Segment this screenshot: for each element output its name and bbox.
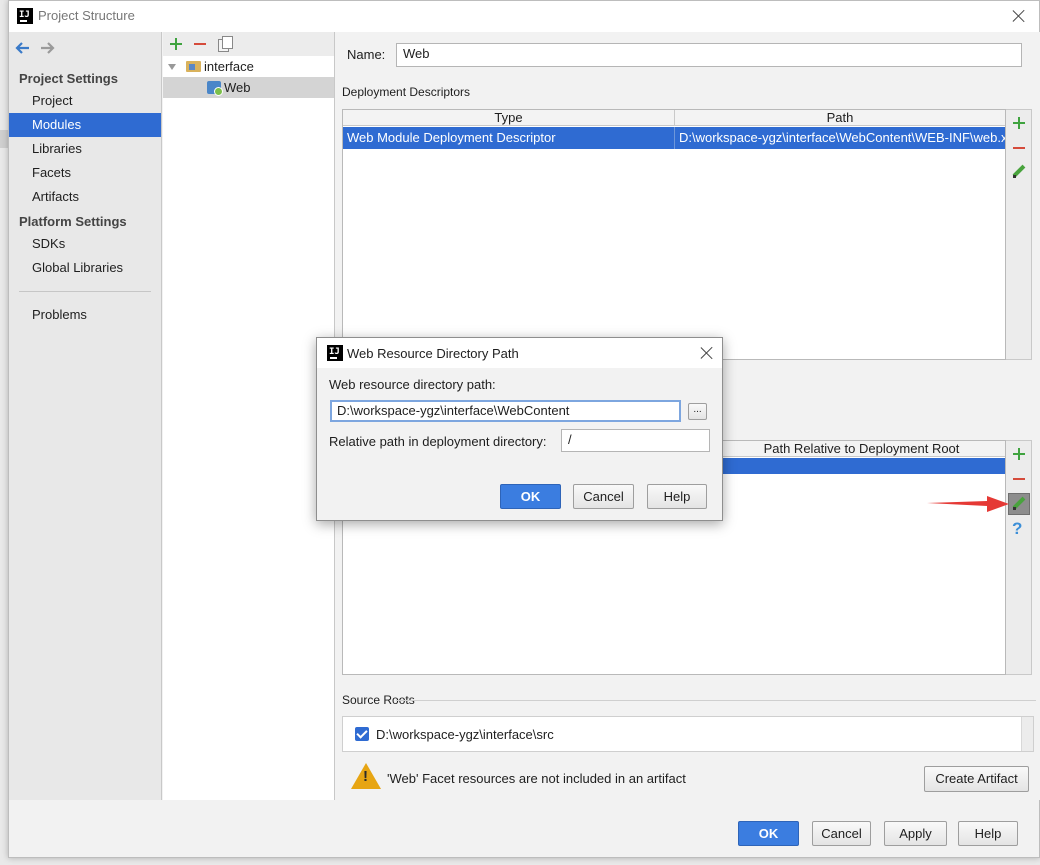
ok-button[interactable]: OK: [738, 821, 799, 846]
window-title: Project Structure: [38, 8, 135, 23]
add-directory-icon[interactable]: [1013, 448, 1025, 460]
source-roots-divider: [396, 700, 1036, 701]
warning-icon: [351, 763, 381, 789]
scrollbar[interactable]: [1021, 717, 1033, 751]
nav-item-facets[interactable]: Facets: [9, 161, 161, 185]
arrow-right-icon[interactable]: [39, 41, 55, 55]
tree-node-web[interactable]: Web: [224, 77, 251, 98]
apply-button[interactable]: Apply: [884, 821, 947, 846]
tree-toolbar: [163, 32, 334, 56]
dialog-title-bar: IJ Web Resource Directory Path: [317, 338, 722, 368]
nav-item-libraries[interactable]: Libraries: [9, 137, 161, 161]
dialog-close-icon[interactable]: [700, 346, 714, 360]
edit-directory-button[interactable]: [1008, 493, 1030, 515]
dd-type-cell: Web Module Deployment Descriptor: [343, 127, 675, 149]
dir-path-field[interactable]: D:\workspace-ygz\interface\WebContent: [330, 400, 681, 422]
background-strip: [0, 130, 8, 148]
source-root-path: D:\workspace-ygz\interface\src: [376, 727, 554, 742]
cancel-button[interactable]: Cancel: [812, 821, 871, 846]
warning-message: 'Web' Facet resources are not included i…: [387, 771, 686, 786]
copy-icon[interactable]: [218, 36, 233, 52]
platform-settings-heading: Platform Settings: [19, 214, 127, 229]
close-icon[interactable]: [1012, 9, 1026, 23]
dialog-help-button[interactable]: Help: [647, 484, 707, 509]
edit-icon: [1012, 497, 1026, 511]
dialog-cancel-button[interactable]: Cancel: [573, 484, 634, 509]
nav-item-sdks[interactable]: SDKs: [9, 232, 161, 256]
edit-descriptor-icon[interactable]: [1012, 165, 1026, 179]
remove-icon[interactable]: [194, 38, 206, 50]
dd-path-cell: D:\workspace-ygz\interface\WebContent\WE…: [679, 130, 1005, 145]
dialog-ok-button[interactable]: OK: [500, 484, 561, 509]
column-header-type[interactable]: Type: [343, 110, 675, 126]
remove-descriptor-icon[interactable]: [1013, 142, 1025, 154]
module-tree-panel: interface Web: [163, 32, 335, 800]
source-root-checkbox[interactable]: [355, 727, 369, 741]
annotation-arrow-icon: [927, 496, 1009, 512]
nav-item-project[interactable]: Project: [9, 89, 161, 113]
dialog-title: Web Resource Directory Path: [347, 346, 519, 361]
descriptors-toolbar: [1006, 109, 1032, 360]
web-resource-directory-dialog: IJ Web Resource Directory Path Web resou…: [316, 337, 723, 521]
settings-sidebar: Project Settings Project Modules Librari…: [9, 32, 162, 800]
nav-item-artifacts[interactable]: Artifacts: [9, 185, 161, 209]
nav-divider: [19, 291, 151, 292]
intellij-logo-icon: IJ: [327, 345, 343, 361]
name-label: Name:: [347, 47, 386, 62]
nav-item-modules[interactable]: Modules: [9, 113, 161, 137]
module-folder-icon: [186, 61, 201, 72]
dir-path-label: Web resource directory path:: [329, 377, 496, 392]
facet-name-field[interactable]: Web: [396, 43, 1022, 67]
resource-directories-toolbar: ?: [1006, 440, 1032, 675]
column-header-path[interactable]: Path: [675, 110, 1005, 126]
help-question-icon[interactable]: ?: [1012, 519, 1022, 539]
relative-path-field[interactable]: /: [561, 429, 710, 452]
nav-item-global-libraries[interactable]: Global Libraries: [9, 256, 161, 280]
deployment-descriptors-table: Type Path Web Module Deployment Descript…: [342, 109, 1006, 360]
column-header-relative-path[interactable]: Path Relative to Deployment Root: [718, 441, 1005, 457]
add-descriptor-icon[interactable]: [1013, 117, 1025, 129]
help-button[interactable]: Help: [958, 821, 1018, 846]
intellij-logo-icon: IJ: [17, 8, 33, 24]
browse-button[interactable]: ...: [688, 403, 707, 420]
relative-path-label: Relative path in deployment directory:: [329, 434, 547, 449]
tree-node-interface[interactable]: interface: [204, 56, 254, 77]
expand-arrow-icon[interactable]: [168, 64, 176, 70]
nav-item-problems[interactable]: Problems: [9, 303, 161, 327]
remove-directory-icon[interactable]: [1013, 473, 1025, 485]
project-settings-heading: Project Settings: [19, 71, 118, 86]
deployment-descriptors-label: Deployment Descriptors: [342, 85, 471, 99]
web-facet-icon: [207, 81, 223, 96]
add-icon[interactable]: [170, 38, 182, 50]
create-artifact-button[interactable]: Create Artifact: [924, 766, 1029, 792]
arrow-left-icon[interactable]: [15, 41, 31, 55]
title-bar: IJ Project Structure: [9, 1, 1039, 32]
